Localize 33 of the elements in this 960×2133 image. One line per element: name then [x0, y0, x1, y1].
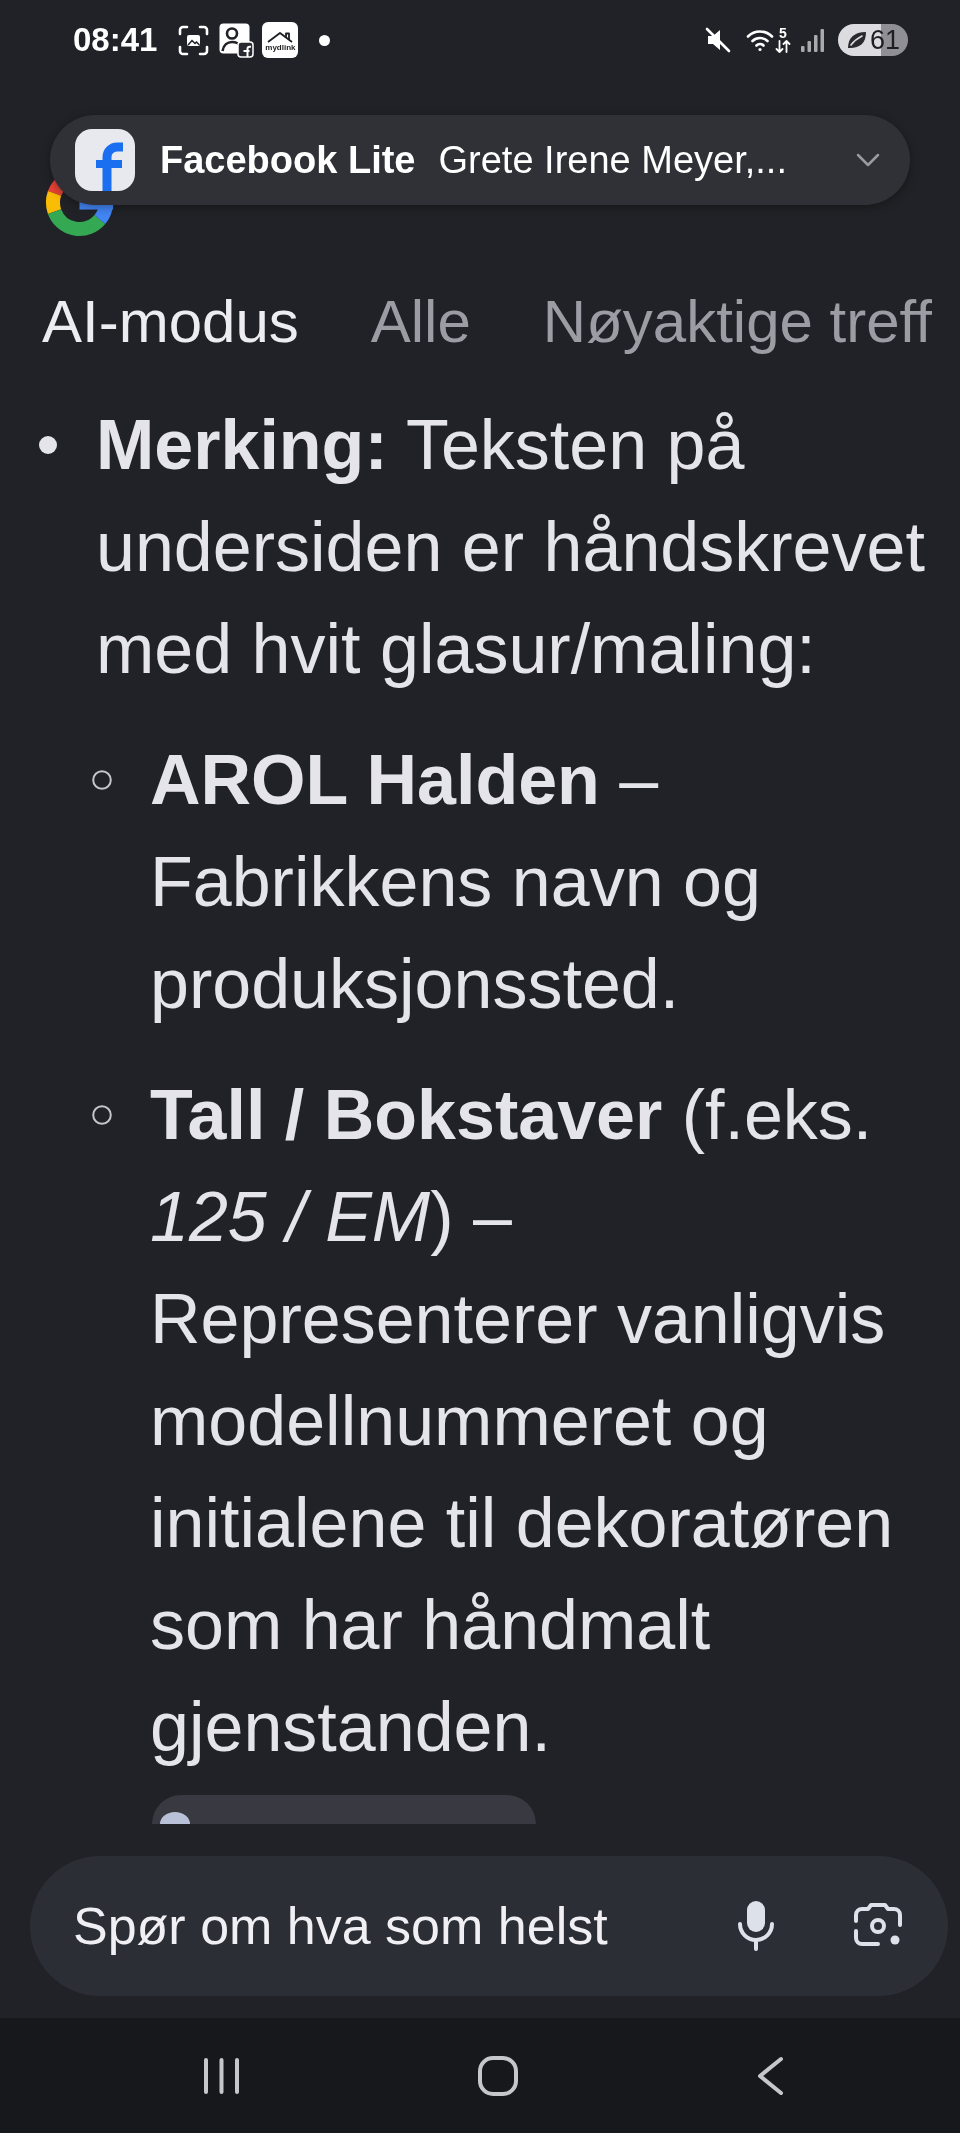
recent-apps-icon[interactable]	[203, 2056, 240, 2095]
notification-text: Grete Irene Meyer,...	[438, 138, 787, 182]
favicon-icon	[160, 1812, 190, 1824]
data-arrows-icon	[775, 40, 791, 53]
status-time: 08:41	[73, 20, 158, 60]
contact-icon	[219, 22, 255, 58]
wifi-standard-label: 5	[779, 27, 787, 40]
chevron-down-icon[interactable]	[856, 153, 880, 167]
screenshot-icon	[178, 24, 210, 56]
mute-icon	[704, 26, 732, 54]
home-icon[interactable]	[478, 2055, 518, 2096]
notification-banner[interactable]: Facebook Lite Grete Irene Meyer,...	[50, 115, 910, 205]
wifi-icon	[746, 28, 774, 52]
signal-icon	[800, 27, 826, 53]
microphone-icon[interactable]	[737, 1901, 775, 1951]
notification-app-name: Facebook Lite	[160, 138, 416, 182]
bullet-text: AROL Halden – Fabrikkens navn og produksjonssted.	[150, 740, 762, 1025]
app-logo: mydlink	[262, 22, 299, 58]
back-icon[interactable]	[756, 2055, 784, 2096]
search-field[interactable]: Spør om hva som helst	[73, 1891, 717, 1961]
bullet-text: Merking: Teksten på undersiden er håndskrevet med hvit glasur/maling:	[96, 405, 926, 690]
notification-dot-icon	[319, 34, 331, 46]
leaf-icon	[846, 30, 868, 50]
circle-bullet-icon	[92, 1105, 112, 1125]
tab[interactable]: Alle	[370, 287, 471, 357]
tab[interactable]: AI-modus	[42, 287, 299, 357]
tab[interactable]: Nøyaktige treff	[542, 287, 932, 357]
app-icon	[75, 129, 135, 191]
bullet-text: Tall / Bokstaver (f.eks. 125 / EM) – Representerer vanligvis modellnummeret og initialene til dekoratøren som har håndmalt gjenstanden.	[150, 1075, 895, 1768]
search-bar[interactable]: Spør om hva som helst	[30, 1856, 948, 1996]
camera-icon[interactable]	[853, 1903, 903, 1949]
disc-bullet-icon	[39, 436, 57, 454]
circle-bullet-icon	[92, 770, 112, 790]
